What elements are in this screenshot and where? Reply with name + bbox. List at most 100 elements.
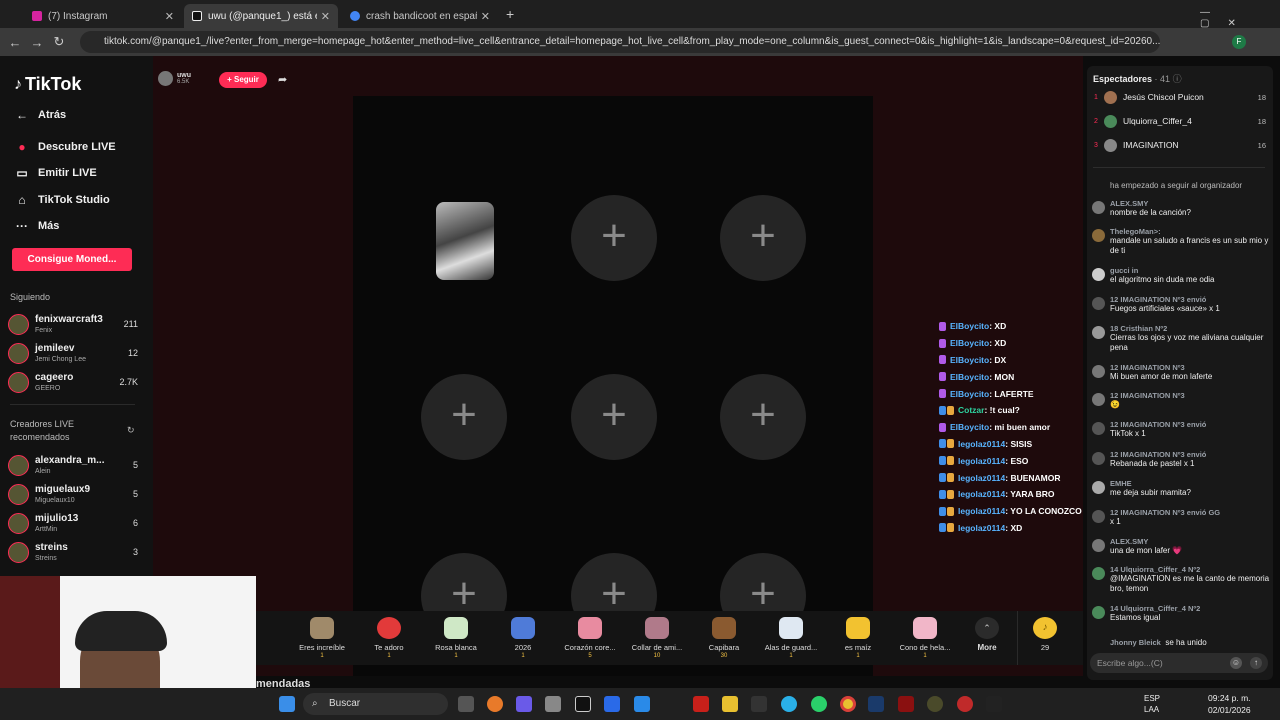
- steam-icon[interactable]: [868, 696, 884, 712]
- get-coins-button[interactable]: Consigue Moned...: [12, 248, 132, 271]
- new-tab-button[interactable]: +: [506, 6, 514, 22]
- sidebar-item-studio[interactable]: ⌂ TikTok Studio: [14, 193, 109, 207]
- badge-icon: [947, 523, 954, 533]
- close-icon[interactable]: ✕: [165, 10, 174, 23]
- language-indicator[interactable]: ESP LAA: [1144, 693, 1160, 715]
- app-icon[interactable]: [927, 696, 943, 712]
- avatar: [1092, 452, 1105, 465]
- chat-message: 12 IMAGINATION Nº3 envió GG x 1: [1092, 508, 1270, 527]
- top-viewer[interactable]: 1 Jesús Chiscol Puicon 18: [1094, 87, 1266, 107]
- badge-icon: [947, 405, 954, 415]
- tiktok-logo[interactable]: ♪ TikTok: [14, 74, 81, 95]
- following-user[interactable]: cageero GEERO 2.7K: [8, 370, 138, 396]
- top-viewer[interactable]: 3 IMAGINATION 16: [1094, 135, 1266, 155]
- tab-title: crash bandicoot en españa - B: [366, 10, 477, 22]
- recommended-user[interactable]: streins Streins 3: [8, 540, 138, 566]
- send-icon[interactable]: ↑: [1250, 657, 1262, 669]
- emoji-icon[interactable]: ☺: [1230, 657, 1242, 669]
- empty-guest-slot[interactable]: +: [720, 374, 806, 460]
- gift-item[interactable]: Cono de hela... 1: [894, 617, 956, 659]
- guest-video[interactable]: [436, 202, 494, 280]
- empty-guest-slot[interactable]: +: [421, 374, 507, 460]
- tab-instagram[interactable]: (7) Instagram ✕: [24, 4, 182, 28]
- gift-item[interactable]: Capibara 30: [693, 617, 755, 659]
- gift-item[interactable]: Alas de guard... 1: [760, 617, 822, 659]
- top-viewer[interactable]: 2 Ulquiorra_Ciffer_4 18: [1094, 111, 1266, 131]
- taskbar-search[interactable]: ⌕ Buscar: [303, 693, 448, 715]
- gift-icon: [377, 617, 401, 639]
- url-field[interactable]: tiktok.com/@panque1_/live?enter_from_mer…: [80, 31, 1160, 53]
- avatar: [1092, 201, 1105, 214]
- task-view-icon[interactable]: [458, 696, 474, 712]
- recommended-user[interactable]: mijulio13 ArttMin 6: [8, 511, 138, 537]
- app-icon[interactable]: [693, 696, 709, 712]
- gift-icon: [846, 617, 870, 639]
- chat-message: Jhonny Bleick se ha unido: [1110, 638, 1207, 647]
- host-info[interactable]: uwu 6.5K: [158, 71, 191, 86]
- app-icon[interactable]: [604, 696, 620, 712]
- sidebar-item-discover-live[interactable]: ● Descubre LIVE: [14, 140, 115, 154]
- app-icon[interactable]: [986, 696, 1002, 712]
- badge-icon: [939, 456, 946, 466]
- recommended-user[interactable]: miguelaux9 Miguelaux10 5: [8, 482, 138, 508]
- following-user[interactable]: fenixwarcraft3 Fenix 211: [8, 312, 138, 338]
- follow-button[interactable]: + Seguir: [219, 72, 267, 88]
- avatar: [1092, 229, 1105, 242]
- badge-icon: [947, 456, 954, 466]
- windows-start-icon[interactable]: [279, 696, 295, 712]
- firefox-icon[interactable]: [487, 696, 503, 712]
- gift-item[interactable]: Eres increíble 1: [291, 617, 353, 659]
- gift-item[interactable]: 2026 1: [492, 617, 554, 659]
- whatsapp-icon[interactable]: [811, 696, 827, 712]
- overlay-chat-line: legolaz0114: YARA BRO: [939, 486, 1109, 503]
- outlook-icon[interactable]: [634, 696, 650, 712]
- sidebar-item-more[interactable]: ··· Más: [14, 219, 59, 233]
- app-icon[interactable]: [898, 696, 914, 712]
- clock[interactable]: 09:24 p. m. 02/01/2026: [1208, 692, 1251, 716]
- chrome-icon[interactable]: [840, 696, 856, 712]
- window-controls[interactable]: —▢✕: [1200, 7, 1280, 29]
- refresh-icon[interactable]: ↻: [127, 425, 135, 436]
- gift-item[interactable]: Rosa blanca 1: [425, 617, 487, 659]
- tab-google-search[interactable]: crash bandicoot en españa - B ✕: [342, 4, 498, 28]
- forward-icon[interactable]: →: [26, 35, 48, 50]
- overlay-chat-line: ElBoycito: XD: [939, 318, 1109, 335]
- recommended-user[interactable]: alexandra_m... Alein 5: [8, 453, 138, 479]
- following-user[interactable]: jemileev Jemi Chong Lee 12: [8, 341, 138, 367]
- close-icon[interactable]: ✕: [481, 10, 490, 23]
- gift-item[interactable]: Te adoro 1: [358, 617, 420, 659]
- close-icon[interactable]: ✕: [321, 10, 330, 23]
- search-icon: ⌕: [312, 698, 318, 709]
- reload-icon[interactable]: ↻: [48, 34, 70, 50]
- badge-icon: [939, 439, 946, 449]
- chat-message: 14 Ulquiorra_Ciffer_4 Nº2 Estamos igual: [1092, 604, 1270, 623]
- file-explorer-icon[interactable]: [722, 696, 738, 712]
- profile-avatar[interactable]: F: [1232, 35, 1246, 49]
- store-icon[interactable]: [545, 696, 561, 712]
- tab-title: uwu (@panque1_) está em: [208, 10, 317, 22]
- gift-item[interactable]: es maíz 1: [827, 617, 889, 659]
- gift-item[interactable]: Corazón core... 5: [559, 617, 621, 659]
- avatar: [1092, 268, 1105, 281]
- edge-icon[interactable]: [781, 696, 797, 712]
- coins-balance[interactable]: ♪ 29: [1014, 617, 1076, 652]
- sidebar-item-back[interactable]: ← Atrás: [14, 108, 66, 122]
- sidebar-item-go-live[interactable]: ▭ Emitir LIVE: [14, 166, 96, 180]
- empty-guest-slot[interactable]: +: [571, 195, 657, 281]
- overlay-chat-line: ElBoycito: MON: [939, 368, 1109, 385]
- tiktok-app-icon[interactable]: [575, 696, 591, 712]
- teams-icon[interactable]: [516, 696, 532, 712]
- gift-item[interactable]: Collar de ami... 10: [626, 617, 688, 659]
- app-icon[interactable]: [751, 696, 767, 712]
- share-icon[interactable]: ➦: [278, 73, 287, 86]
- overlay-chat-line: legolaz0114: ESO: [939, 452, 1109, 469]
- info-icon[interactable]: ⓘ: [1173, 74, 1182, 84]
- gifts-more-button[interactable]: ⌃ More: [956, 617, 1018, 652]
- empty-guest-slot[interactable]: +: [720, 195, 806, 281]
- empty-guest-slot[interactable]: +: [571, 374, 657, 460]
- back-icon[interactable]: ←: [4, 35, 26, 50]
- browser-tab-bar: (7) Instagram ✕ uwu (@panque1_) está em …: [0, 0, 1280, 29]
- app-icon[interactable]: [957, 696, 973, 712]
- host-name: uwu: [177, 72, 191, 79]
- tab-tiktok-live[interactable]: uwu (@panque1_) está em ✕: [184, 4, 338, 28]
